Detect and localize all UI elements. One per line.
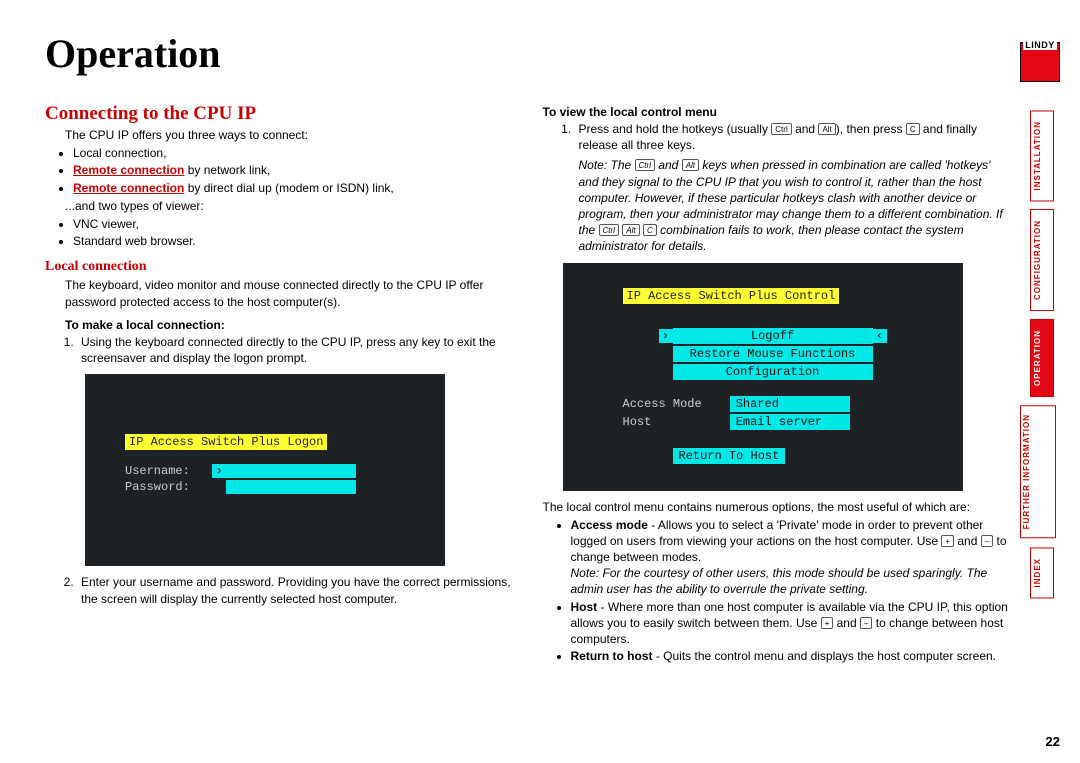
way-remote-network: Remote connection by network link, [73,162,513,178]
local-connection-heading: Local connection [45,259,513,275]
tab-operation[interactable]: OPERATION [1030,319,1054,397]
viewer-browser: Standard web browser. [73,233,513,249]
return-to-host-button[interactable]: Return To Host [673,448,786,464]
logoff-left-arrow-icon: › [659,329,673,343]
alt-key-icon: Alt [818,123,835,135]
lindy-logo [1020,42,1060,82]
access-mode-note: Note: For the courtesy of other users, t… [571,565,1011,597]
left-column: Connecting to the CPU IP The CPU IP offe… [45,97,513,666]
page-number: 22 [1046,734,1060,749]
password-label: Password: [125,480,205,494]
logoff-right-arrow-icon: ‹ [873,329,887,343]
ctrl-key-icon: Ctrl [771,123,791,135]
hotkey-note: Note: The Ctrl and Alt keys when pressed… [579,157,1011,254]
right-column: To view the local control menu Press and… [543,97,1011,666]
option-access-mode: Access mode - Allows you to select a 'Pr… [571,517,1011,598]
tab-further-information[interactable]: FURTHER INFORMATION [1020,405,1056,538]
plus-key-icon: + [941,535,954,547]
access-mode-label: Access Mode [623,397,723,411]
access-mode-value[interactable]: Shared [730,396,850,412]
local-step-2: Enter your username and password. Provid… [77,574,513,606]
minus-key-icon-2: – [860,617,872,629]
restore-mouse-button[interactable]: Restore Mouse Functions [673,346,873,362]
local-connection-intro: The keyboard, video monitor and mouse co… [65,277,513,309]
tab-configuration[interactable]: CONFIGURATION [1030,209,1054,311]
way-remote-dialup: Remote connection by direct dial up (mod… [73,180,513,196]
page-title: Operation [45,30,1010,77]
menu-options-intro: The local control menu contains numerous… [543,499,1011,515]
username-label: Username: [125,464,205,478]
control-terminal-title: IP Access Switch Plus Control [623,288,840,304]
host-value[interactable]: Email server [730,414,850,430]
tab-installation[interactable]: INSTALLATION [1030,110,1054,201]
ctrl-key-icon-2: Ctrl [635,159,655,171]
username-field[interactable] [226,464,356,478]
way-local: Local connection, [73,145,513,161]
remote-connection-link-2[interactable]: Remote connection [73,181,184,195]
view-local-menu-heading: To view the local control menu [543,105,1011,119]
alt-key-icon-2: Alt [682,159,699,171]
logon-terminal-title: IP Access Switch Plus Logon [125,434,327,450]
section-connecting-heading: Connecting to the CPU IP [45,103,513,125]
ctrl-key-icon-3: Ctrl [599,224,619,236]
view-menu-step-1: Press and hold the hotkeys (usually Ctrl… [575,121,1011,255]
username-cursor-icon: › [212,464,226,478]
connecting-intro: The CPU IP offers you three ways to conn… [65,127,513,143]
viewer-vnc: VNC viewer, [73,216,513,232]
option-host: Host - Where more than one host computer… [571,599,1011,648]
tab-index[interactable]: INDEX [1030,547,1054,598]
alt-key-icon-3: Alt [622,224,639,236]
c-key-icon-2: C [643,224,657,236]
c-key-icon: C [906,123,920,135]
logon-terminal: IP Access Switch Plus Logon Username: › … [85,374,445,566]
remote-connection-link-1[interactable]: Remote connection [73,163,184,177]
control-terminal: IP Access Switch Plus Control ›Logoff‹ R… [563,263,963,491]
to-make-local-heading: To make a local connection: [65,318,513,332]
local-step-1: Using the keyboard connected directly to… [77,334,513,366]
configuration-button[interactable]: Configuration [673,364,873,380]
minus-key-icon: – [981,535,993,547]
side-navigation: INSTALLATION CONFIGURATION OPERATION FUR… [1020,42,1062,606]
logoff-button[interactable]: Logoff [673,328,873,344]
plus-key-icon-2: + [821,617,834,629]
password-field[interactable] [226,480,356,494]
host-label: Host [623,415,723,429]
viewers-intro: ...and two types of viewer: [65,198,513,214]
option-return-to-host: Return to host - Quits the control menu … [571,648,1011,664]
